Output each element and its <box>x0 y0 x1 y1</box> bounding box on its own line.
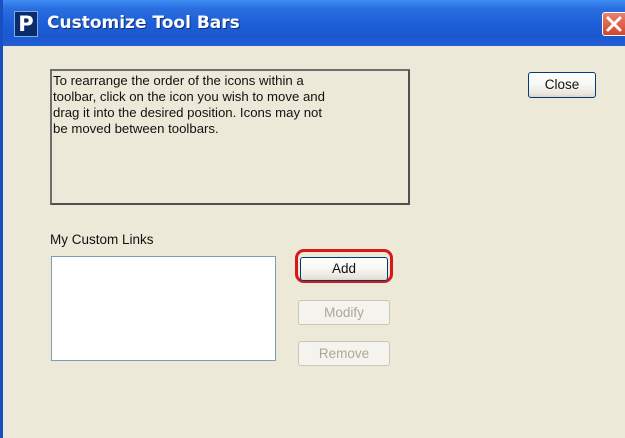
customize-toolbars-dialog: P Customize Tool Bars To rearrange the o… <box>0 0 625 438</box>
close-button[interactable]: Close <box>528 72 596 98</box>
app-logo-icon: P <box>14 11 38 37</box>
modify-button[interactable]: Modify <box>298 300 390 325</box>
title-bar[interactable]: P Customize Tool Bars <box>3 0 625 46</box>
instructions-text: To rearrange the order of the icons with… <box>50 69 410 205</box>
custom-links-label: My Custom Links <box>50 232 154 247</box>
window-title: Customize Tool Bars <box>47 13 240 33</box>
custom-links-list[interactable] <box>51 256 276 361</box>
remove-button[interactable]: Remove <box>298 341 390 366</box>
close-icon[interactable] <box>602 12 625 36</box>
add-button[interactable]: Add <box>300 257 388 281</box>
